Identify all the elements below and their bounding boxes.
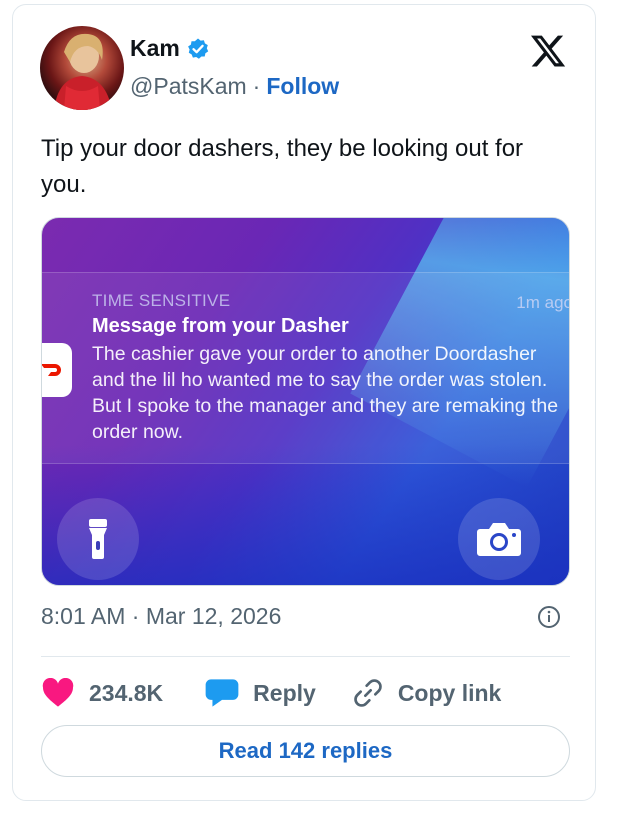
doordash-icon [42, 343, 72, 397]
notification-time: 1m ago [516, 293, 570, 312]
reply-button[interactable]: Reply [205, 678, 316, 708]
read-replies-button[interactable]: Read 142 replies [41, 725, 570, 777]
notification-banner: TIME SENSITIVE 1m ago Message from your … [42, 272, 570, 464]
follow-button[interactable]: Follow [266, 73, 339, 100]
notification-title: Message from your Dasher [92, 315, 349, 337]
tweet-text: Tip your door dashers, they be looking o… [41, 135, 524, 198]
flashlight-button [57, 498, 139, 580]
like-count: 234.8K [89, 679, 164, 706]
separator-dot: · [252, 73, 261, 99]
tweet-timestamp[interactable]: 8:01 AM · Mar 12, 2026 [41, 603, 281, 630]
action-bar: 234.8K Reply Copy link [41, 673, 501, 713]
flashlight-icon [89, 519, 107, 559]
link-icon [354, 679, 382, 707]
reply-label: Reply [253, 679, 316, 706]
author-name[interactable]: Kam [130, 35, 180, 62]
author-handle[interactable]: @PatsKam [130, 73, 247, 100]
author-name-row: Kam [130, 35, 210, 62]
copy-link-button[interactable]: Copy link [352, 677, 502, 709]
avatar[interactable] [40, 26, 124, 110]
info-icon[interactable] [537, 605, 561, 629]
tweet-card: Kam @PatsKam · Follow Tip your door dash… [12, 4, 596, 801]
reply-bubble-icon [205, 679, 239, 707]
verified-badge-icon [186, 37, 210, 61]
heart-icon [42, 678, 74, 707]
divider [41, 656, 570, 657]
copy-link-label: Copy link [397, 679, 502, 706]
notification-body: The cashier gave your order to another D… [92, 343, 559, 443]
author-handle-row: @PatsKam · Follow [130, 73, 339, 100]
x-logo-icon[interactable] [529, 32, 567, 70]
notification-kind: TIME SENSITIVE [92, 291, 231, 310]
tweet-media-image[interactable]: TIME SENSITIVE 1m ago Message from your … [41, 217, 570, 586]
camera-button [458, 498, 540, 580]
camera-icon [477, 523, 521, 556]
like-button[interactable]: 234.8K [41, 678, 163, 708]
